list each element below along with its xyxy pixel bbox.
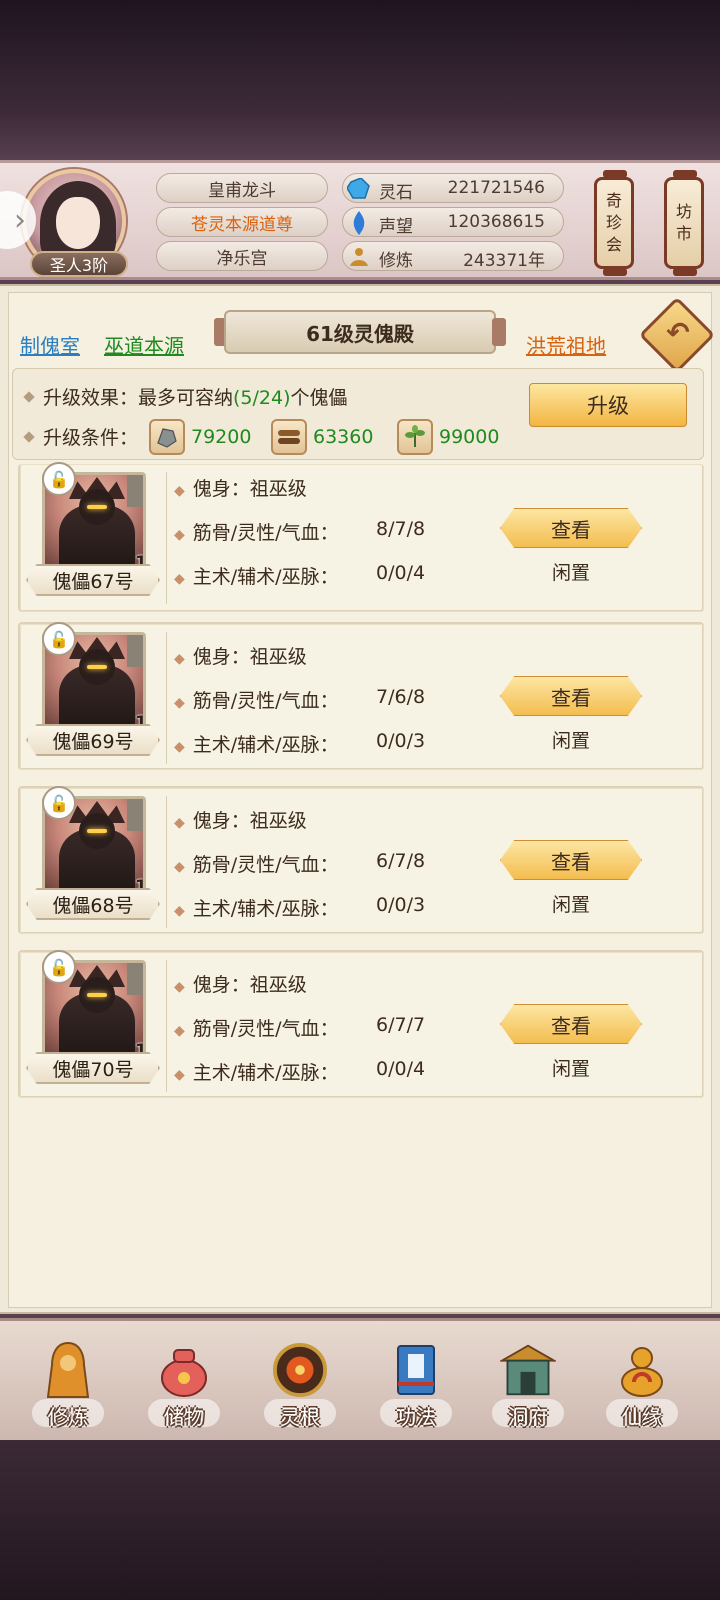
puppet-attrs-value: 7/6/8 <box>376 686 426 708</box>
lock-icon[interactable]: 🔓 <box>42 786 76 820</box>
bottom-nav: 修炼 储物 灵根 功法 洞府 仙缘 <box>0 1318 720 1440</box>
bottom-background <box>0 1440 720 1600</box>
view-button[interactable]: 查看 <box>500 508 642 548</box>
player-header: › 圣人3阶 皇甫龙斗 苍灵本源道尊 净乐宫 灵石 221721546 声望 1… <box>0 160 720 280</box>
back-arrow-icon[interactable]: ↶ <box>662 316 694 352</box>
puppet-attrs-label: ◆ 筋骨/灵性/气血： <box>174 854 339 876</box>
view-button[interactable]: 查看 <box>500 676 642 716</box>
nav-item-immortal-fate[interactable]: 仙缘 <box>592 1335 692 1435</box>
lock-icon[interactable]: 🔓 <box>42 462 76 496</box>
puppet-body-grade: ◆ 傀身：祖巫级 <box>174 478 307 500</box>
view-button[interactable]: 查看 <box>500 1004 642 1044</box>
puppet-status: 闲置 <box>551 894 590 916</box>
ore-icon[interactable] <box>149 419 185 455</box>
upgrade-button[interactable]: 升级 <box>529 383 687 427</box>
diamond-bullet-icon <box>23 391 35 403</box>
puppet-skills-label: ◆ 主术/辅术/巫脉： <box>174 898 339 920</box>
lock-icon[interactable]: 🔓 <box>42 622 76 656</box>
spirit-stone-icon <box>345 175 373 203</box>
resource-spirit-stone: 灵石 221721546 <box>342 173 564 203</box>
puppet-name: 傀儡67号 <box>26 564 160 596</box>
puppet-skills-label: ◆ 主术/辅术/巫脉： <box>174 1062 339 1084</box>
puppet-skills-value: 0/0/3 <box>376 894 426 916</box>
wood-icon[interactable] <box>271 419 307 455</box>
puppet-attrs-value: 8/7/8 <box>376 518 426 540</box>
upgrade-effect: 升级效果：最多可容纳(5/24)个傀儡 <box>23 383 348 410</box>
rank-badge: 圣人3阶 <box>30 251 128 277</box>
immortal-fate-icon <box>614 1339 670 1401</box>
puppet-attrs-value: 6/7/8 <box>376 850 426 872</box>
storage-bag-icon <box>156 1339 212 1401</box>
puppet-card: 1级 🔓 傀儡70号 ◆傀身：祖巫级 ◆筋骨/灵性/气血： 6/7/7 ◆主术/… <box>18 950 704 1098</box>
puppet-attrs-label: ◆ 筋骨/灵性/气血： <box>174 522 339 544</box>
puppet-body-grade: ◆ 傀身：祖巫级 <box>174 810 307 832</box>
puppet-attrs-label: ◆ 筋骨/灵性/气血： <box>174 690 339 712</box>
tab-witch-origin[interactable]: 巫道本源 <box>104 330 184 359</box>
material-herb: 99000 <box>397 419 499 455</box>
technique-book-icon <box>388 1339 444 1401</box>
top-background <box>0 0 720 160</box>
puppet-hall-panel: 制傀室 巫道本源 61级灵傀殿 洪荒祖地 ↶ 升级效果：最多可容纳(5/24)个… <box>0 284 720 1314</box>
treasure-auction-lantern-button[interactable]: 奇 珍 会 <box>594 170 634 276</box>
puppet-name: 傀儡69号 <box>26 724 160 756</box>
puppet-attrs-value: 6/7/7 <box>376 1014 426 1036</box>
nav-item-technique[interactable]: 功法 <box>366 1335 466 1435</box>
puppet-skills-value: 0/0/4 <box>376 1058 426 1080</box>
lock-icon[interactable]: 🔓 <box>42 950 76 984</box>
puppet-attrs-label: ◆ 筋骨/灵性/气血： <box>174 1018 339 1040</box>
material-ore: 79200 <box>149 419 251 455</box>
view-button[interactable]: 查看 <box>500 840 642 880</box>
puppet-skills-label: ◆ 主术/辅术/巫脉： <box>174 734 339 756</box>
puppet-name: 傀儡68号 <box>26 888 160 920</box>
cultivation-icon <box>345 243 373 271</box>
puppet-status: 闲置 <box>551 730 590 752</box>
nav-item-cave-mansion[interactable]: 洞府 <box>478 1335 578 1435</box>
nav-item-spirit-root[interactable]: 灵根 <box>250 1335 350 1435</box>
banner-right-end <box>492 318 506 346</box>
puppet-name: 傀儡70号 <box>26 1052 160 1084</box>
puppet-status: 闲置 <box>551 562 590 584</box>
player-sect: 净乐宫 <box>156 241 328 271</box>
puppet-body-grade: ◆ 傀身：祖巫级 <box>174 646 307 668</box>
market-lantern-button[interactable]: 坊 市 <box>664 170 704 276</box>
cave-mansion-icon <box>500 1339 556 1401</box>
avatar-face <box>56 197 100 249</box>
puppet-status: 闲置 <box>551 1058 590 1080</box>
tab-primordial-land[interactable]: 洪荒祖地 <box>526 330 606 359</box>
spirit-root-icon <box>272 1339 328 1401</box>
upgrade-condition-label: 升级条件： <box>23 423 138 450</box>
resource-cultivation: 修炼 243371年 <box>342 241 564 271</box>
puppet-skills-value: 0/0/4 <box>376 562 426 584</box>
page-title: 61级灵傀殿 <box>224 310 496 354</box>
diamond-bullet-icon <box>23 431 35 443</box>
player-name: 皇甫龙斗 <box>156 173 328 203</box>
tab-puppet-workshop[interactable]: 制傀室 <box>20 330 80 359</box>
puppet-skills-value: 0/0/3 <box>376 730 426 752</box>
nav-item-storage[interactable]: 储物 <box>134 1335 234 1435</box>
player-title[interactable]: 苍灵本源道尊 <box>156 207 328 237</box>
puppet-card: 1级 🔓 傀儡68号 ◆傀身：祖巫级 ◆筋骨/灵性/气血： 6/7/8 ◆主术/… <box>18 786 704 934</box>
cultivate-icon <box>40 1339 96 1401</box>
puppet-card: 1级 🔓 傀儡69号 ◆傀身：祖巫级 ◆筋骨/灵性/气血： 7/6/8 ◆主术/… <box>18 622 704 770</box>
resource-reputation: 声望 120368615 <box>342 207 564 237</box>
puppet-skills-label: ◆ 主术/辅术/巫脉： <box>174 566 339 588</box>
herb-icon[interactable] <box>397 419 433 455</box>
puppet-card: 1级 🔓 傀儡67号 ◆傀身：祖巫级 ◆筋骨/灵性/气血： 8/7/8 ◆主术/… <box>18 462 704 612</box>
reputation-icon <box>345 209 373 237</box>
puppet-body-grade: ◆ 傀身：祖巫级 <box>174 974 307 996</box>
nav-item-cultivate[interactable]: 修炼 <box>18 1335 118 1435</box>
material-wood: 63360 <box>271 419 373 455</box>
upgrade-section: 升级效果：最多可容纳(5/24)个傀儡 升级条件： 79200 63360 99… <box>12 368 704 460</box>
